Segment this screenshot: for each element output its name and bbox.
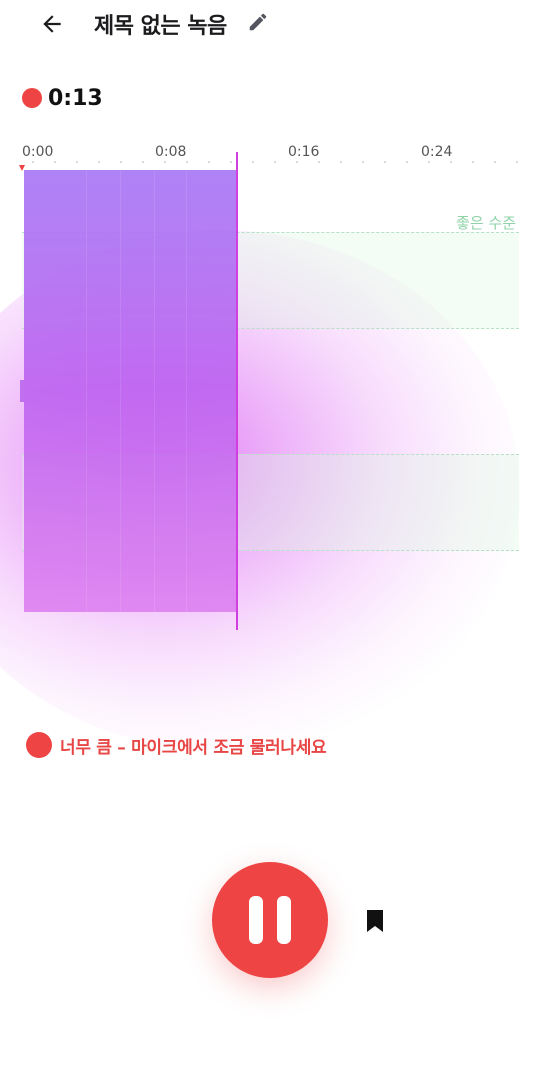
app-header: 제목 없는 녹음 <box>0 0 540 48</box>
left-handle[interactable] <box>20 380 24 402</box>
pause-button[interactable] <box>212 862 328 978</box>
pencil-icon <box>249 13 267 31</box>
elapsed-time: 0:13 <box>48 85 103 111</box>
tick-label: 0:24 <box>421 144 453 160</box>
good-level-label: 좋은 수준 <box>456 214 516 232</box>
tick-label: 0:16 <box>288 144 320 160</box>
recording-indicator <box>22 88 42 108</box>
tick-label: 0:08 <box>155 144 187 160</box>
warning-text: 너무 큼 – 마이크에서 조금 물러나세요 <box>60 737 327 758</box>
playhead[interactable] <box>236 152 238 630</box>
recorder-screen: 제목 없는 녹음 0:13 0:00 0:08 0:16 0:24 좋은 수준 <box>0 0 540 1075</box>
pause-icon <box>249 896 291 944</box>
level-timeline[interactable]: 0:00 0:08 0:16 0:24 좋은 수준 <box>0 130 540 750</box>
tick-label: 0:00 <box>22 144 54 160</box>
arrow-left-icon <box>43 15 61 33</box>
elapsed-timer: 0:13 <box>22 84 103 112</box>
bookmark-icon <box>367 910 383 932</box>
recorded-level-bar <box>24 170 236 612</box>
timeline-ruler <box>22 161 519 163</box>
warning-dot-icon <box>26 732 52 758</box>
back-button[interactable] <box>30 4 74 44</box>
page-title[interactable]: 제목 없는 녹음 <box>94 8 227 40</box>
level-warning: 너무 큼 – 마이크에서 조금 물러나세요 <box>26 731 327 759</box>
bookmark-button[interactable] <box>362 906 388 936</box>
edit-title-button[interactable] <box>244 8 272 36</box>
